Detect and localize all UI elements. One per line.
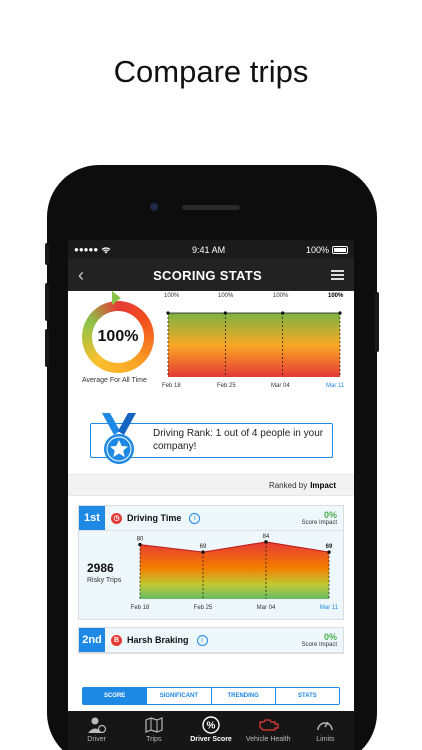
speedometer-icon (316, 716, 334, 734)
mini-chart-date-label: Feb 25 (217, 383, 236, 389)
impact-label: Score Impact (301, 642, 337, 648)
mini-score-chart (166, 311, 342, 377)
trend-point (201, 550, 205, 554)
tab-trending[interactable]: TRENDING (212, 688, 276, 704)
mini-chart-point-label: 100% (273, 293, 289, 299)
trend-date-label: Mar 04 (257, 605, 276, 611)
ranked-by-bar[interactable]: Ranked by Impact (68, 474, 354, 496)
trend-area (140, 541, 329, 599)
bottom-nav-label: Vehicle Health (245, 736, 291, 743)
bottom-nav-label: Driver (87, 736, 106, 743)
score-impact: 0% Score Impact (302, 632, 343, 648)
impact-label: Score Impact (301, 520, 337, 526)
phone-button (375, 292, 379, 352)
mini-chart-point-label: 100% (164, 293, 180, 299)
mini-chart-point (223, 311, 227, 315)
trend-date-label: Mar 11 (320, 605, 339, 611)
overview-section: 100% Average For All Time 100% 100% 100%… (68, 291, 354, 419)
score-value: 100% (92, 311, 144, 363)
svg-text:%: % (207, 721, 216, 732)
bottom-nav-driver[interactable]: Driver (68, 711, 125, 750)
bottom-nav-limits[interactable]: Limits (297, 711, 354, 750)
trend-value-label: 69 (326, 544, 333, 550)
phone-button (45, 329, 49, 367)
view-tabs: SCORE SIGNIFICANT TRENDING STATS (82, 687, 340, 705)
phone-button (45, 243, 49, 265)
bottom-nav-label: Driver Score (190, 736, 232, 743)
bottom-nav-trips[interactable]: Trips (125, 711, 182, 750)
mini-chart-date-label: Mar 04 (271, 383, 290, 389)
tab-stats[interactable]: STATS (276, 688, 339, 704)
medal-icon (102, 413, 136, 464)
battery-percent: 100% (305, 244, 329, 255)
score-impact: 0% Score Impact (302, 510, 343, 526)
page-title: SCORING STATS (153, 267, 262, 283)
app-screen: ●●●●● 9:41 AM 100% ‹ SCORING STATS 100% … (68, 240, 354, 750)
ranked-by-value[interactable]: Impact (310, 481, 336, 490)
mini-chart-point-label: 100% (328, 293, 344, 299)
bottom-nav-label: Trips (146, 736, 162, 743)
trend-point (327, 550, 331, 554)
brake-icon: B (111, 634, 122, 646)
card-header[interactable]: 1st ◷ Driving Time i 0% Score Impact (79, 506, 343, 531)
category-card[interactable]: 2nd B Harsh Braking i 0% Score Impact (78, 627, 344, 654)
trend-date-label: Feb 25 (194, 605, 213, 611)
bottom-nav-label: Limits (316, 736, 335, 743)
signal-icon: ●●●●● (74, 245, 99, 254)
map-icon (145, 716, 163, 734)
clock-icon: ◷ (111, 512, 122, 524)
mini-chart-area (168, 313, 340, 377)
tab-significant[interactable]: SIGNIFICANT (147, 688, 212, 704)
card-body: 2986 Risky Trips 80 Feb 18 69 Feb 25 84 Mar 0… (79, 531, 343, 619)
info-icon[interactable]: i (196, 634, 208, 646)
engine-icon (257, 716, 279, 734)
average-label: Average For All Time (82, 377, 147, 384)
info-icon[interactable]: i (189, 512, 201, 524)
category-card[interactable]: 1st ◷ Driving Time i 0% Score Impact 298… (78, 505, 344, 620)
trend-arrow-icon (112, 291, 121, 305)
ranked-by-prefix: Ranked by (268, 480, 308, 490)
card-header[interactable]: 2nd B Harsh Braking i 0% Score Impact (79, 628, 343, 653)
status-time: 9:41 AM (192, 244, 226, 255)
percent-icon: % (202, 716, 220, 734)
trend-date-label: Feb 18 (131, 605, 150, 611)
trend-point (264, 540, 268, 544)
headline: Compare trips (113, 54, 309, 89)
score-donut: 100% (82, 301, 154, 373)
mini-chart-point (166, 311, 170, 315)
driving-rank-text: Driving Rank: 1 out of 4 people in your … (153, 428, 324, 452)
camera (150, 203, 158, 211)
back-chevron-icon[interactable]: ‹ (78, 265, 84, 286)
rank-tag: 1st (79, 506, 105, 530)
category-name: Harsh Braking (127, 635, 189, 645)
mini-chart-point-label: 100% (218, 293, 234, 299)
trend-point (138, 542, 142, 547)
mini-chart-date-label: Mar 11 (326, 383, 345, 389)
mini-chart-date-label: Feb 18 (162, 383, 181, 389)
impact-percent: 0% (323, 632, 337, 642)
bottom-nav-vehicle-health[interactable]: Vehicle Health (240, 711, 297, 750)
trend-chart: 80 Feb 18 69 Feb 25 84 Mar 04 69 Mar 11 (131, 534, 339, 611)
speaker (182, 205, 240, 210)
tab-score[interactable]: SCORE (83, 688, 148, 704)
phone-button (45, 283, 49, 321)
rank-tag: 2nd (79, 628, 105, 652)
hamburger-menu-icon[interactable] (331, 270, 344, 280)
trend-value-label: 69 (200, 544, 207, 550)
impact-percent: 0% (323, 510, 337, 520)
driver-icon (87, 716, 107, 734)
battery-icon (331, 245, 348, 254)
trend-value-label: 84 (263, 534, 270, 540)
bottom-nav-driver-score[interactable]: % Driver Score (182, 711, 239, 750)
nav-bar: ‹ SCORING STATS (68, 259, 354, 291)
bottom-nav: Driver Trips % Driver Score Vehicle Heal… (68, 711, 354, 750)
mini-chart-point (338, 311, 342, 315)
mini-chart-point (281, 311, 285, 315)
category-name: Driving Time (127, 513, 182, 523)
trend-value-label: 80 (137, 537, 144, 543)
wifi-icon (101, 246, 111, 253)
status-bar: ●●●●● 9:41 AM 100% (68, 240, 354, 259)
